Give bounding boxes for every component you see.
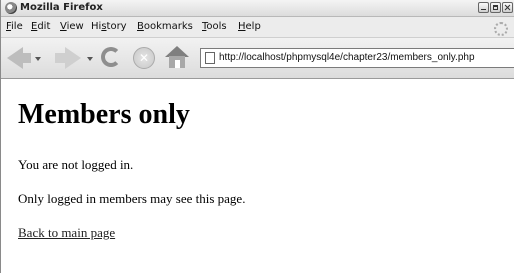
- menu-help-accel: H: [238, 21, 246, 32]
- back-arrow-stem: [21, 53, 31, 63]
- back-to-main-link[interactable]: Back to main page: [18, 225, 115, 241]
- window-title: Mozilla Firefox: [20, 2, 103, 13]
- page-heading: Members only: [18, 99, 190, 130]
- info-message: Only logged in members may see this page…: [18, 191, 246, 206]
- menu-edit[interactable]: Edit: [31, 21, 50, 32]
- menu-view-label: iew: [66, 21, 84, 32]
- status-message: You are not logged in.: [18, 157, 134, 172]
- menu-bar: File Edit View History Bookmarks Tools H…: [1, 17, 514, 38]
- menu-file-label: ile: [11, 21, 23, 32]
- stop-icon[interactable]: ✕: [133, 47, 155, 69]
- menu-bookmarks-accel: B: [137, 21, 144, 32]
- menu-history[interactable]: History: [91, 21, 127, 32]
- menu-view-accel: V: [60, 21, 67, 32]
- menu-bookmarks[interactable]: Bookmarks: [137, 21, 193, 32]
- forward-history-dropdown-icon[interactable]: [87, 57, 93, 61]
- menu-view[interactable]: View: [60, 21, 84, 32]
- minimize-button[interactable]: [478, 2, 489, 13]
- address-bar[interactable]: http://localhost/phpmysql4e/chapter23/me…: [200, 48, 514, 68]
- firefox-icon: [5, 2, 17, 14]
- menu-tools[interactable]: Tools: [202, 21, 227, 32]
- menu-history-pre: Hi: [91, 21, 102, 32]
- forward-arrow-stem: [55, 53, 65, 63]
- reload-icon[interactable]: [101, 47, 121, 67]
- navigation-toolbar: ✕ http://localhost/phpmysql4e/chapter23/…: [1, 38, 514, 79]
- menu-help-label: elp: [245, 21, 261, 32]
- browser-window: Mozilla Firefox File Edit View History B…: [0, 0, 514, 273]
- maximize-button[interactable]: [490, 2, 501, 13]
- menu-help[interactable]: Help: [238, 21, 261, 32]
- menu-history-label: tory: [106, 21, 127, 32]
- throbber-icon: [494, 22, 508, 36]
- address-url[interactable]: http://localhost/phpmysql4e/chapter23/me…: [219, 52, 475, 63]
- title-bar: Mozilla Firefox: [1, 0, 514, 17]
- home-door: [175, 60, 180, 68]
- page-icon: [205, 52, 215, 64]
- page-content: Members only You are not logged in. Only…: [1, 79, 514, 273]
- menu-tools-label: ools: [206, 21, 227, 32]
- back-history-dropdown-icon[interactable]: [35, 57, 41, 61]
- menu-bookmarks-label: ookmarks: [143, 21, 193, 32]
- close-button[interactable]: [502, 2, 513, 13]
- home-icon[interactable]: [165, 46, 189, 68]
- menu-file[interactable]: File: [6, 21, 23, 32]
- menu-edit-label: dit: [37, 21, 51, 32]
- forward-arrow-icon[interactable]: [65, 47, 81, 69]
